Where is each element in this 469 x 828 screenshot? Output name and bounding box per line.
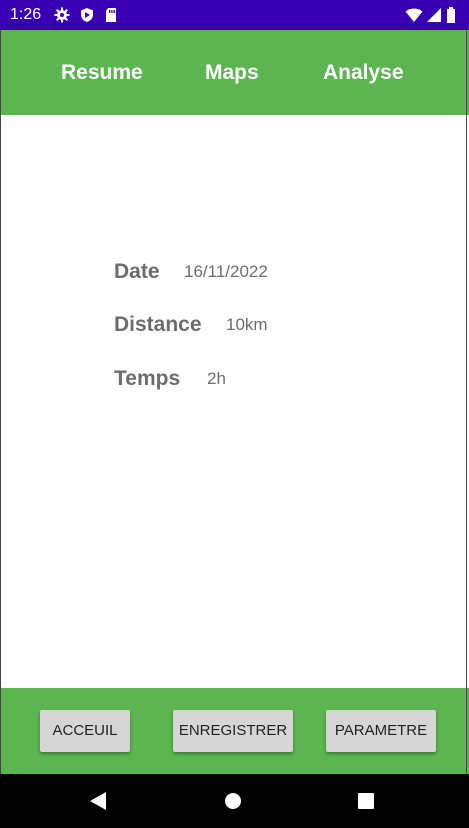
- tab-resume[interactable]: Resume: [61, 61, 143, 85]
- right-edge-divider: [466, 30, 467, 774]
- app-bar: Resume Maps Analyse: [0, 30, 469, 115]
- tab-maps[interactable]: Maps: [205, 61, 259, 85]
- battery-icon: [447, 7, 455, 23]
- gear-icon: [54, 7, 70, 23]
- enregistrer-button[interactable]: ENREGISTRER: [173, 710, 293, 752]
- date-label: Date: [114, 260, 160, 283]
- status-time: 1:26: [10, 6, 42, 23]
- summary-content: Date 16/11/2022 Distance 10km Temps 2h: [0, 115, 469, 688]
- recents-icon[interactable]: [336, 774, 396, 828]
- back-icon[interactable]: [68, 774, 128, 828]
- status-bar: 1:26: [0, 0, 469, 30]
- home-icon[interactable]: [203, 774, 263, 828]
- navigation-bar: [0, 774, 469, 828]
- distance-label: Distance: [114, 313, 202, 336]
- sd-card-icon: [106, 8, 116, 22]
- temps-label: Temps: [114, 367, 181, 390]
- left-edge-divider: [0, 30, 1, 774]
- distance-value: 10km: [226, 315, 268, 334]
- shield-icon: [81, 8, 93, 22]
- tab-analyse[interactable]: Analyse: [323, 61, 404, 85]
- date-value: 16/11/2022: [184, 262, 268, 281]
- temps-value: 2h: [207, 369, 226, 388]
- app-screen: 1:26 Resume Maps Analyse Date 16/11/2022…: [0, 0, 469, 828]
- wifi-icon: [405, 8, 423, 22]
- signal-icon: [427, 8, 441, 22]
- acceuil-button[interactable]: ACCEUIL: [40, 710, 130, 752]
- bottom-bar: ACCEUIL ENREGISTRER PARAMETRE: [0, 688, 469, 774]
- parametre-button[interactable]: PARAMETRE: [326, 710, 436, 752]
